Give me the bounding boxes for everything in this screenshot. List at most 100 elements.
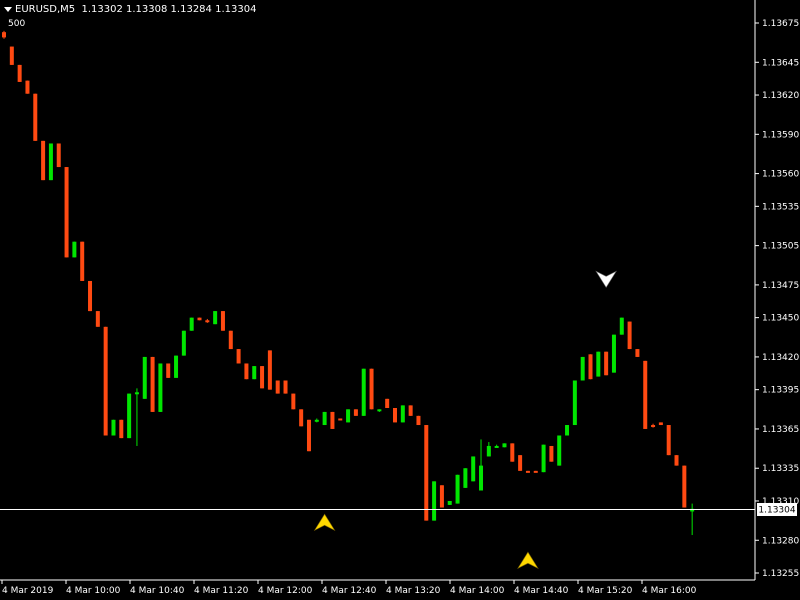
- candle-body: [220, 311, 225, 331]
- candle-body: [400, 405, 405, 423]
- candle-body: [142, 356, 147, 399]
- candle-body: [439, 485, 444, 508]
- candle-body: [619, 317, 624, 335]
- candle-body: [299, 409, 304, 427]
- candle: [330, 411, 335, 429]
- candle: [385, 398, 390, 408]
- candle: [64, 167, 69, 258]
- price-tick-label: 1.13675: [762, 19, 799, 29]
- candle: [189, 317, 194, 331]
- candle: [549, 445, 554, 462]
- candle-body: [244, 363, 249, 380]
- candle-body: [64, 167, 69, 258]
- candle: [95, 311, 100, 327]
- candle-body: [627, 321, 632, 350]
- candle-body: [565, 425, 570, 436]
- candle: [119, 419, 124, 439]
- time-tick-label: 4 Mar 12:40: [322, 586, 377, 596]
- price-tick-label: 1.13420: [762, 353, 799, 363]
- candle-body: [353, 409, 358, 416]
- time-tick-label: 4 Mar 14:40: [514, 586, 569, 596]
- candle-body: [134, 392, 139, 395]
- candle: [588, 354, 593, 380]
- price-tick-label: 1.13395: [762, 386, 799, 396]
- candle: [306, 419, 311, 452]
- candle-body: [525, 470, 530, 473]
- candle: [142, 356, 147, 399]
- candle: [604, 351, 609, 376]
- candle: [424, 425, 429, 521]
- candle: [220, 311, 225, 331]
- candle: [346, 409, 351, 423]
- candle-body: [494, 445, 499, 448]
- time-tick-label: 4 Mar 12:00: [258, 586, 313, 596]
- candle: [283, 380, 288, 394]
- candle: [557, 435, 562, 466]
- candle-body: [158, 363, 163, 412]
- candle: [541, 444, 546, 473]
- time-tick-label: 4 Mar 2019: [2, 586, 54, 596]
- candle: [158, 363, 163, 412]
- candle-body: [330, 411, 335, 429]
- candle-body: [56, 143, 61, 168]
- candle-body: [424, 425, 429, 521]
- price-tick-label: 1.13365: [762, 425, 799, 435]
- time-tick-label: 4 Mar 14:00: [450, 586, 505, 596]
- candle: [361, 368, 366, 416]
- candle-body: [486, 445, 491, 457]
- price-tick-label: 1.13560: [762, 170, 799, 180]
- candle-body: [549, 445, 554, 462]
- candle: [432, 481, 437, 521]
- candle-body: [455, 474, 460, 504]
- candle-body: [314, 419, 319, 422]
- candle: [572, 380, 577, 426]
- candle: [619, 317, 624, 335]
- price-tick-label: 1.13535: [762, 202, 799, 212]
- candle: [510, 443, 515, 462]
- candle: [33, 93, 38, 141]
- candle: [439, 485, 444, 508]
- candle: [181, 330, 186, 356]
- candle: [635, 349, 640, 357]
- candle-body: [41, 140, 46, 181]
- candle: [111, 419, 116, 436]
- candle-body: [463, 468, 468, 488]
- candle-body: [604, 351, 609, 376]
- candle-body: [432, 481, 437, 521]
- price-chart[interactable]: 1.13675 1.13645 1.13620 1.13590 1.13560 1.135…: [0, 0, 800, 600]
- candle-body: [260, 366, 265, 389]
- candle: [627, 321, 632, 350]
- candle: [103, 326, 108, 436]
- candle-body: [236, 349, 241, 364]
- candle: [275, 380, 280, 394]
- candle-body: [228, 330, 233, 350]
- price-tick-label: 1.13450: [762, 314, 799, 324]
- candle-body: [361, 368, 366, 416]
- candle-body: [306, 419, 311, 452]
- ohlc-readout: 1.13302 1.13308 1.13284 1.13304: [81, 4, 257, 15]
- time-tick-label: 4 Mar 13:20: [386, 586, 441, 596]
- candle: [267, 350, 272, 390]
- chart-header: EURUSD,M5 1.13302 1.13308 1.13284 1.1330…: [4, 4, 256, 15]
- candle-body: [580, 356, 585, 381]
- chevron-down-icon[interactable]: [4, 6, 12, 12]
- price-tick-label: 1.13475: [762, 281, 799, 291]
- candle-body: [291, 393, 296, 410]
- candle: [80, 241, 85, 281]
- candle-body: [2, 32, 6, 38]
- price-tick-label: 1.13280: [762, 536, 799, 546]
- candle-body: [502, 443, 507, 448]
- candle: [682, 465, 687, 508]
- candle-body: [213, 311, 218, 325]
- candle: [463, 468, 468, 488]
- candle: [611, 334, 616, 373]
- candle: [502, 443, 507, 448]
- candle-body: [252, 366, 257, 380]
- candle: [416, 415, 421, 426]
- current-price-tag: 1.13304: [757, 503, 797, 516]
- candle-body: [17, 64, 22, 82]
- price-tick-label: 1.13335: [762, 464, 799, 474]
- candle: [533, 470, 538, 473]
- candle: [260, 366, 265, 389]
- candle: [17, 64, 22, 82]
